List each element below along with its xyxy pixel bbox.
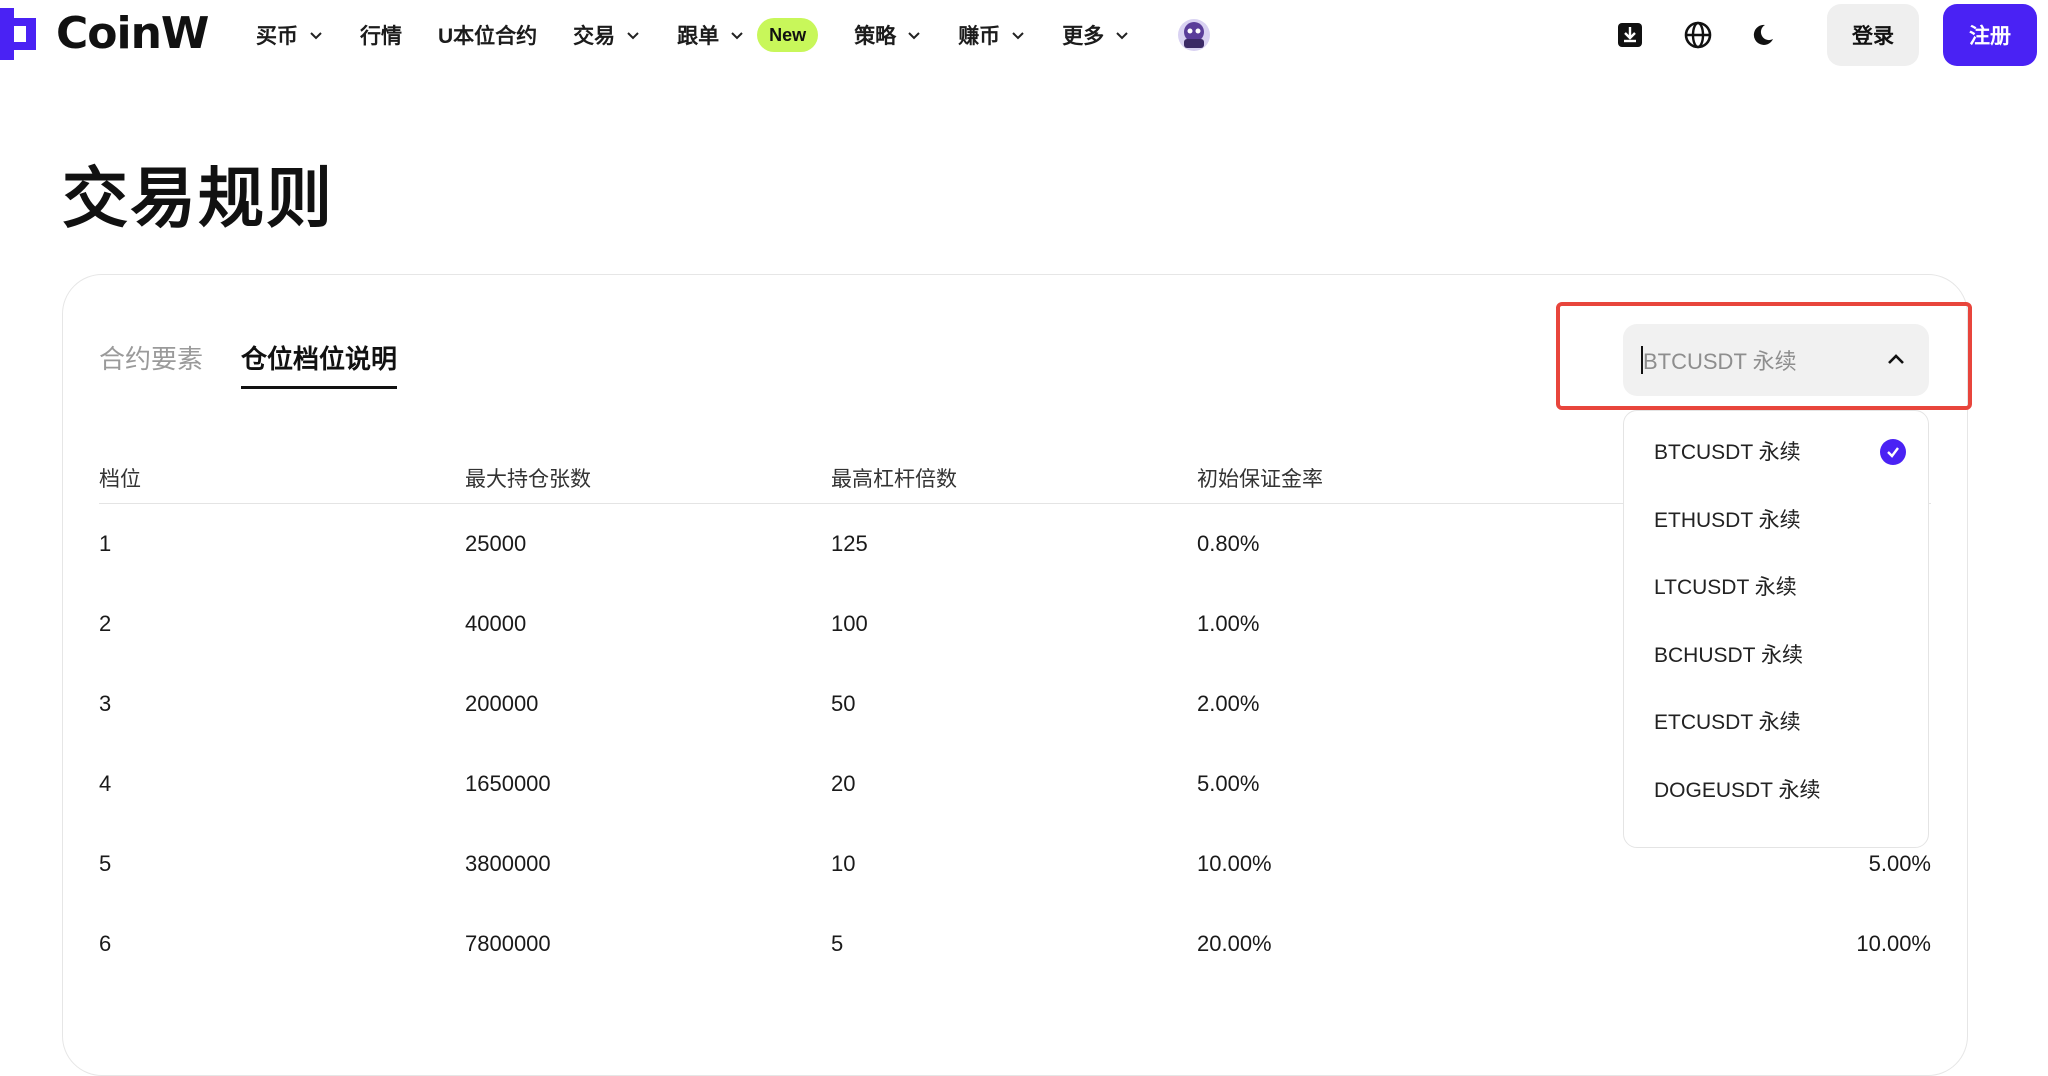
column-header: 初始保证金率 <box>1197 468 1323 491</box>
table-cell: 10.00% <box>1197 851 1272 876</box>
login-button[interactable]: 登录 <box>1827 4 1919 66</box>
nav-trade[interactable]: 交易 <box>573 20 641 50</box>
dark-mode-moon-icon[interactable] <box>1749 18 1783 52</box>
table-cell: 125 <box>831 531 868 556</box>
table-cell: 1.00% <box>1197 611 1260 636</box>
top-navbar: CoinW 买币 行情 U本位合约 交易 跟单 New 策略 赚币 更多 登录 … <box>0 0 2048 70</box>
nav-label: 赚币 <box>958 25 1001 48</box>
tab-contract-specs[interactable]: 合约要素 <box>99 339 203 389</box>
nav-label: 交易 <box>573 25 616 48</box>
table-cell: 5.00% <box>1868 851 1931 876</box>
table-cell: 200000 <box>465 691 539 716</box>
table-cell: 1650000 <box>465 771 551 796</box>
symbol-option-ethusdt[interactable]: ETHUSDT 永续 <box>1654 499 1910 539</box>
nav-label: 买币 <box>256 25 298 48</box>
option-label: ETCUSDT 永续 <box>1654 711 1801 734</box>
table-cell: 25000 <box>465 531 527 556</box>
chevron-down-icon <box>1116 32 1128 40</box>
table-cell: 4 <box>99 771 112 796</box>
page-title: 交易规则 <box>62 161 334 235</box>
table-cell: 5 <box>831 931 844 956</box>
table-cell: 3 <box>99 691 112 716</box>
nav-label: 更多 <box>1062 25 1105 48</box>
table-cell: 3800000 <box>465 851 551 876</box>
table-cell: 2 <box>99 611 112 636</box>
table-cell: 1 <box>99 531 112 556</box>
new-badge: New <box>757 18 819 52</box>
symbol-option-ltcusdt[interactable]: LTCUSDT 永续 <box>1654 566 1910 606</box>
main-nav: 买币 行情 U本位合约 交易 跟单 New 策略 赚币 更多 <box>256 0 1214 70</box>
nav-label: U本位合约 <box>438 25 538 48</box>
register-button[interactable]: 注册 <box>1943 4 2037 66</box>
nav-strategy[interactable]: 策略 <box>854 20 922 50</box>
chevron-up-icon[interactable] <box>1885 348 1907 370</box>
symbol-option-bchusdt[interactable]: BCHUSDT 永续 <box>1654 634 1910 674</box>
symbol-dropdown-menu: BTCUSDT 永续 ETHUSDT 永续 LTCUSDT 永续 BCHUSDT… <box>1623 410 1929 848</box>
table-cell: 20.00% <box>1197 931 1272 956</box>
table-cell: 40000 <box>465 611 527 636</box>
symbol-select[interactable]: BTCUSDT 永续 <box>1623 324 1929 396</box>
chevron-down-icon <box>908 32 920 40</box>
chevron-down-icon <box>731 32 743 40</box>
header-actions: 登录 注册 <box>1613 0 2048 70</box>
symbol-option-etcusdt[interactable]: ETCUSDT 永续 <box>1654 701 1910 741</box>
column-header: 最大持仓张数 <box>465 468 591 491</box>
option-label: LTCUSDT 永续 <box>1654 576 1797 599</box>
chevron-down-icon <box>627 32 639 40</box>
nav-markets[interactable]: 行情 <box>360 20 402 50</box>
symbol-select-value: BTCUSDT 永续 <box>1643 349 1797 374</box>
promo-avatar-icon[interactable] <box>1174 15 1214 55</box>
chevron-down-icon <box>310 32 322 40</box>
column-header: 档位 <box>99 468 141 491</box>
table-cell: 5 <box>99 851 112 876</box>
tab-position-tiers[interactable]: 仓位档位说明 <box>241 339 398 389</box>
nav-label: 策略 <box>854 25 897 48</box>
symbol-option-dogeusdt[interactable]: DOGEUSDT 永续 <box>1654 769 1910 809</box>
table-cell: 0.80% <box>1197 531 1260 556</box>
option-label: BTCUSDT 永续 <box>1654 441 1801 464</box>
table-cell: 50 <box>831 691 856 716</box>
chevron-down-icon <box>1012 32 1024 40</box>
option-label: DOGEUSDT 永续 <box>1654 779 1821 802</box>
table-cell: 10.00% <box>1856 931 1931 956</box>
coinw-logo[interactable]: CoinW <box>0 8 209 60</box>
brand-name: CoinW <box>56 8 209 59</box>
table-cell: 6 <box>99 931 112 956</box>
option-label: ETHUSDT 永续 <box>1654 509 1801 532</box>
table-cell: 5.00% <box>1197 771 1260 796</box>
nav-label: 行情 <box>360 25 402 48</box>
download-icon[interactable] <box>1613 18 1647 52</box>
nav-usdt-futures[interactable]: U本位合约 <box>438 20 537 50</box>
column-header: 最高杠杆倍数 <box>831 468 957 491</box>
table-row: 6 7800000 5 20.00% 10.00% <box>99 904 1931 984</box>
nav-label: 跟单 <box>677 25 720 48</box>
table-cell: 2.00% <box>1197 691 1260 716</box>
symbol-option-btcusdt[interactable]: BTCUSDT 永续 <box>1654 431 1910 471</box>
table-cell: 100 <box>831 611 868 636</box>
nav-copy-trading[interactable]: 跟单 New <box>677 18 819 52</box>
rules-tabs: 合约要素 仓位档位说明 <box>99 339 435 389</box>
coinw-logo-icon <box>0 8 36 60</box>
nav-earn[interactable]: 赚币 <box>958 20 1026 50</box>
check-circle-icon <box>1880 439 1906 465</box>
option-label: BCHUSDT 永续 <box>1654 644 1803 667</box>
nav-buy-crypto[interactable]: 买币 <box>256 20 324 50</box>
table-cell: 7800000 <box>465 931 551 956</box>
nav-more[interactable]: 更多 <box>1062 20 1130 50</box>
globe-icon[interactable] <box>1681 18 1715 52</box>
table-cell: 20 <box>831 771 856 796</box>
table-cell: 10 <box>831 851 856 876</box>
